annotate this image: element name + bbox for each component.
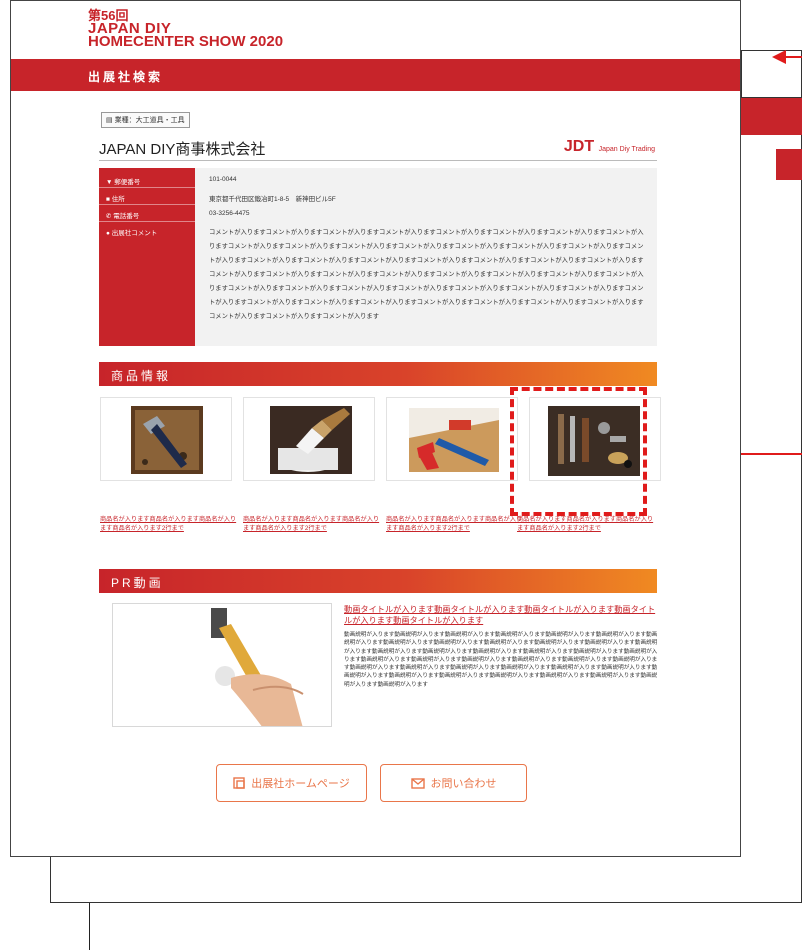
- header-bar: 出展社検索: [11, 59, 740, 91]
- category-icon: ▤: [106, 117, 113, 124]
- category-label: 業種：大工道具・工具: [114, 117, 185, 124]
- external-window-icon: [233, 777, 245, 789]
- annotation-line: [89, 903, 90, 950]
- phone-icon: ✆: [106, 213, 112, 220]
- phone-number: 03-3256-4475: [209, 210, 250, 217]
- logo-subtitle: HOMECENTER SHOW 2020: [88, 33, 284, 50]
- product-card[interactable]: [243, 397, 375, 481]
- divider: [99, 204, 195, 205]
- info-label-text: 住所: [111, 196, 125, 203]
- pr-video-thumbnail[interactable]: [112, 603, 332, 727]
- exhibitor-comment: コメントが入りますコメントが入りますコメントが入りますコメントが入りますコメント…: [209, 229, 644, 320]
- exhibitor-homepage-button[interactable]: 出展社ホームページ: [216, 764, 367, 802]
- button-label: 出展社ホームページ: [251, 778, 350, 790]
- company-info-table: ▼ 郵便番号 ■ 住所 ✆ 電話番号 ● 出展社コメント 101-0044 東京…: [99, 168, 657, 346]
- info-label-postal: ▼ 郵便番号: [106, 176, 140, 186]
- pr-section-header: PR動画: [99, 569, 657, 593]
- product-image-tools: [409, 408, 499, 472]
- company-logo-text: Japan Diy Trading: [598, 146, 655, 153]
- products-section-header: 商品情報: [99, 362, 657, 386]
- company-logo: JDT Japan Diy Trading: [564, 138, 655, 156]
- highlight-annotation: [510, 387, 647, 516]
- product-link[interactable]: 商品名が入ります商品名が入ります商品名が入ります商品名が入ります2行まで: [243, 515, 383, 533]
- background-band: [741, 98, 802, 135]
- comment-icon: ●: [106, 230, 110, 237]
- background-band: [776, 149, 802, 180]
- address: 東京都千代田区鍛冶町1-8-5 新神田ビル5F: [209, 196, 336, 203]
- section-title: PR動画: [111, 576, 164, 590]
- pr-video-title[interactable]: 動画タイトルが入ります動画タイトルが入ります動画タイトルが入ります動画タイトルが…: [344, 604, 658, 626]
- mail-icon: [410, 777, 425, 789]
- wireframe-canvas: 第56回 JAPAN DIY HOMECENTER SHOW 2020 出展社検…: [0, 0, 802, 950]
- annotation-arrow: [772, 50, 802, 64]
- info-label-phone: ✆ 電話番号: [106, 210, 139, 220]
- product-link[interactable]: 商品名が入ります商品名が入ります商品名が入ります商品名が入ります2行まで: [386, 515, 526, 533]
- product-image-paintbrush: [270, 406, 352, 474]
- company-name: JAPAN DIY商事株式会社: [99, 141, 266, 158]
- info-label-column: ▼ 郵便番号 ■ 住所 ✆ 電話番号 ● 出展社コメント: [99, 168, 195, 346]
- building-icon: ■: [106, 196, 110, 203]
- section-title: 商品情報: [111, 369, 172, 383]
- company-logo-mark: JDT: [563, 138, 595, 155]
- info-label-text: 出展社コメント: [111, 230, 158, 237]
- contact-button[interactable]: お問い合わせ: [380, 764, 527, 802]
- divider: [99, 187, 195, 188]
- product-card[interactable]: [386, 397, 518, 481]
- info-label-text: 電話番号: [113, 213, 140, 220]
- postal-code: 101-0044: [209, 176, 237, 183]
- page-title: 出展社検索: [88, 70, 164, 84]
- info-label-text: 郵便番号: [114, 179, 141, 186]
- info-label-comment: ● 出展社コメント: [106, 227, 157, 237]
- postal-icon: ▼: [106, 179, 113, 186]
- info-label-address: ■ 住所: [106, 193, 125, 203]
- product-image-hammer: [131, 406, 203, 474]
- divider: [99, 221, 195, 222]
- show-logo[interactable]: 第56回 JAPAN DIY HOMECENTER SHOW 2020: [88, 9, 284, 50]
- pr-video-description: 動画説明が入ります動画説明が入ります動画説明が入ります動画説明が入ります動画説明…: [344, 632, 658, 688]
- category-badge: ▤ 業種：大工道具・工具: [101, 112, 190, 128]
- video-thumbnail-image: [113, 604, 331, 726]
- divider: [99, 160, 657, 161]
- button-label: お問い合わせ: [430, 778, 497, 790]
- product-link[interactable]: 商品名が入ります商品名が入ります商品名が入ります商品名が入ります2行まで: [517, 515, 657, 533]
- product-card[interactable]: [100, 397, 232, 481]
- product-link[interactable]: 商品名が入ります商品名が入ります商品名が入ります商品名が入ります2行まで: [100, 515, 240, 533]
